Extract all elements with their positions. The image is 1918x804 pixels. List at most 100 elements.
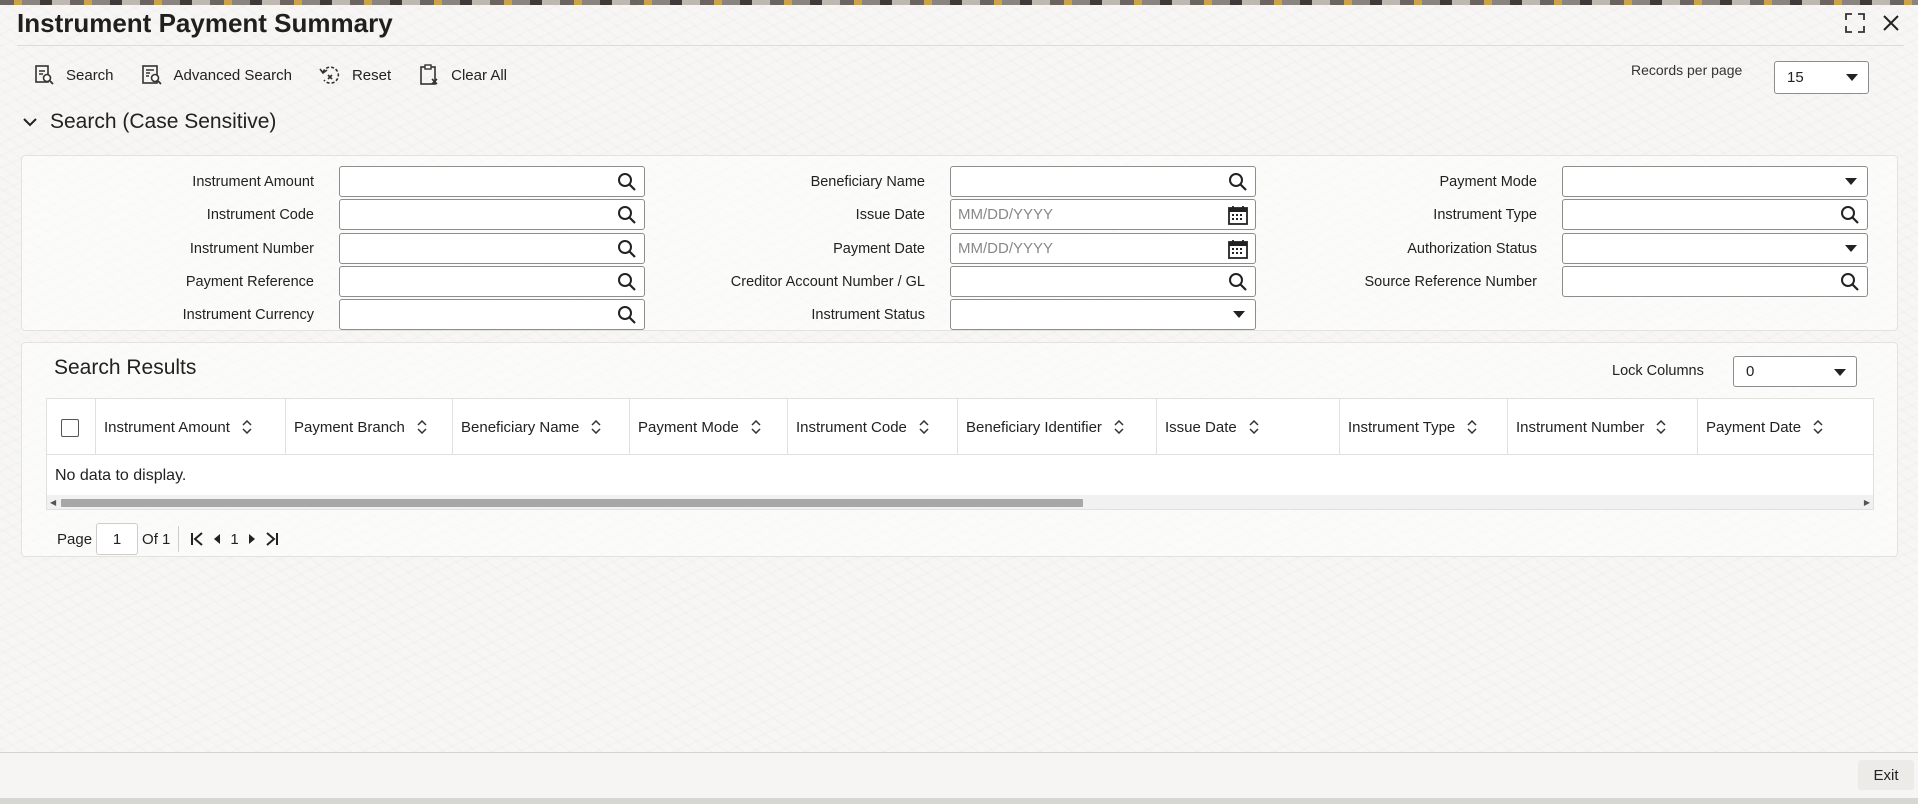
issue-date-label: Issue Date xyxy=(855,207,925,223)
column-header[interactable]: Instrument Amount xyxy=(95,399,285,455)
records-per-page-select[interactable]: 15 xyxy=(1774,61,1869,94)
payment-mode-label: Payment Mode xyxy=(1439,174,1537,190)
search-icon[interactable] xyxy=(616,271,638,293)
column-header-label: Payment Date xyxy=(1706,418,1802,436)
authorization-status-select[interactable] xyxy=(1562,233,1868,264)
pagination: Page 1 Of 1 1 xyxy=(57,523,282,555)
instrument-status-label: Instrument Status xyxy=(811,307,925,323)
scroll-right-icon[interactable]: ▶ xyxy=(1864,498,1870,507)
column-header-label: Payment Branch xyxy=(294,418,405,436)
chevron-down-icon xyxy=(1845,245,1857,252)
beneficiary-name-field[interactable] xyxy=(950,166,1256,197)
table-header: Instrument Amount Payment Branch Benefic… xyxy=(47,399,1873,455)
advanced-search-button-label: Advanced Search xyxy=(173,66,292,84)
search-icon[interactable] xyxy=(616,204,638,226)
instrument-code-label: Instrument Code xyxy=(206,207,314,223)
clipboard-clear-icon xyxy=(420,64,438,85)
sort-icon xyxy=(1813,420,1823,434)
column-header[interactable]: Instrument Number xyxy=(1507,399,1697,455)
instrument-number-label: Instrument Number xyxy=(189,241,314,257)
source-reference-number-label: Source Reference Number xyxy=(1364,274,1537,290)
last-page-button[interactable] xyxy=(262,526,282,552)
advanced-search-button[interactable]: Advanced Search xyxy=(140,58,292,92)
issue-date-field[interactable]: MM/DD/YYYY xyxy=(950,199,1256,230)
reset-button[interactable]: Reset xyxy=(318,58,391,92)
next-page-icon xyxy=(248,534,255,544)
payment-mode-select[interactable] xyxy=(1562,166,1868,197)
reset-button-label: Reset xyxy=(351,66,392,84)
previous-page-button[interactable] xyxy=(207,526,227,552)
horizontal-scrollbar[interactable]: ◀ ▶ xyxy=(47,495,1873,509)
maximize-button[interactable] xyxy=(1842,10,1868,36)
exit-button[interactable]: Exit xyxy=(1858,760,1914,790)
instrument-code-field[interactable] xyxy=(339,199,645,230)
sort-icon xyxy=(919,420,929,434)
source-reference-number-field[interactable] xyxy=(1562,266,1868,297)
page-number-input[interactable]: 1 xyxy=(96,523,139,555)
creditor-account-label: Creditor Account Number / GL xyxy=(730,274,925,290)
clear-all-button[interactable]: Clear All xyxy=(417,58,507,92)
search-icon[interactable] xyxy=(616,171,638,193)
last-page-icon xyxy=(266,532,278,546)
calendar-icon[interactable] xyxy=(1227,204,1249,226)
chevron-down-icon xyxy=(1233,311,1245,318)
pagination-divider xyxy=(178,526,180,552)
column-header[interactable]: Payment Mode xyxy=(629,399,787,455)
sort-icon xyxy=(1656,420,1666,434)
payment-reference-field[interactable] xyxy=(339,266,645,297)
column-header-label: Payment Mode xyxy=(638,418,739,436)
instrument-status-select[interactable] xyxy=(950,299,1256,330)
column-header[interactable]: Beneficiary Identifier xyxy=(957,399,1156,455)
creditor-account-field[interactable] xyxy=(950,266,1256,297)
search-results-title: Search Results xyxy=(54,356,197,379)
beneficiary-name-label: Beneficiary Name xyxy=(810,174,925,190)
search-button-label: Search xyxy=(66,66,114,84)
instrument-amount-field[interactable] xyxy=(339,166,645,197)
search-icon[interactable] xyxy=(616,238,638,260)
column-header[interactable]: Payment Branch xyxy=(285,399,452,455)
scrollbar-thumb[interactable] xyxy=(61,499,1083,507)
column-header-label: Instrument Type xyxy=(1348,418,1456,436)
records-per-page-label: Records per page xyxy=(1631,62,1743,78)
column-header-label: Beneficiary Identifier xyxy=(966,418,1102,436)
search-button[interactable]: Search xyxy=(32,58,114,92)
column-header[interactable]: Beneficiary Name xyxy=(452,399,629,455)
search-section-title: Search (Case Sensitive) xyxy=(50,110,277,133)
search-icon[interactable] xyxy=(1227,271,1249,293)
column-header-label: Issue Date xyxy=(1165,418,1237,436)
next-page-button[interactable] xyxy=(242,526,262,552)
chevron-down-icon xyxy=(1834,369,1846,376)
calendar-icon[interactable] xyxy=(1227,238,1249,260)
select-all-checkbox[interactable] xyxy=(61,419,79,437)
lock-columns-value: 0 xyxy=(1746,363,1755,380)
search-doc-icon xyxy=(35,65,54,85)
search-icon[interactable] xyxy=(1839,271,1861,293)
instrument-number-field[interactable] xyxy=(339,233,645,264)
column-header-label: Beneficiary Name xyxy=(461,418,580,436)
payment-reference-label: Payment Reference xyxy=(185,274,314,290)
maximize-icon xyxy=(1845,13,1865,33)
toolbar: Search Advanced Search Reset Clear All xyxy=(32,58,507,92)
chevron-down-icon xyxy=(1845,178,1857,185)
column-header[interactable]: Instrument Code xyxy=(787,399,957,455)
payment-date-label: Payment Date xyxy=(833,241,925,257)
authorization-status-label: Authorization Status xyxy=(1407,241,1537,257)
scroll-left-icon[interactable]: ◀ xyxy=(50,498,56,507)
payment-date-field[interactable]: MM/DD/YYYY xyxy=(950,233,1256,264)
instrument-type-field[interactable] xyxy=(1562,199,1868,230)
search-icon[interactable] xyxy=(616,304,638,326)
column-header[interactable]: Instrument Type xyxy=(1339,399,1507,455)
column-header[interactable]: Payment Date xyxy=(1697,399,1873,455)
page-link[interactable]: 1 xyxy=(227,531,241,548)
payment-date-placeholder: MM/DD/YYYY xyxy=(958,240,1054,257)
close-button[interactable] xyxy=(1878,10,1904,36)
previous-page-icon xyxy=(214,534,221,544)
first-page-button[interactable] xyxy=(187,526,207,552)
search-section-toggle[interactable]: Search (Case Sensitive) xyxy=(22,110,276,134)
search-icon[interactable] xyxy=(1227,171,1249,193)
instrument-currency-field[interactable] xyxy=(339,299,645,330)
column-header[interactable]: Issue Date xyxy=(1156,399,1339,455)
search-icon[interactable] xyxy=(1839,204,1861,226)
lock-columns-label: Lock Columns xyxy=(1612,363,1704,379)
lock-columns-select[interactable]: 0 xyxy=(1733,356,1857,387)
